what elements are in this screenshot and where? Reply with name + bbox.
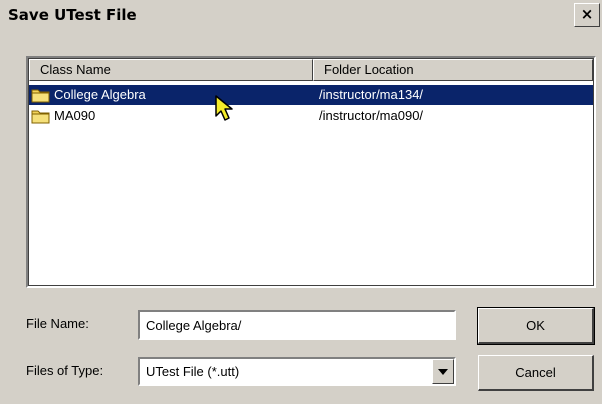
chevron-down-icon [438, 369, 448, 375]
close-button[interactable]: × [574, 3, 600, 27]
file-type-value: UTest File (*.utt) [146, 364, 240, 379]
save-dialog: Save UTest File × Class Name Folder Loca… [0, 0, 602, 404]
dialog-title: Save UTest File [8, 6, 137, 24]
list-item-location: /instructor/ma090/ [319, 108, 424, 123]
file-type-label: Files of Type: [26, 363, 104, 378]
column-header-folder-location[interactable]: Folder Location [313, 59, 593, 81]
mouse-cursor-icon [215, 95, 233, 121]
file-name-label: File Name: [26, 316, 89, 331]
list-header: Class Name Folder Location [29, 59, 593, 81]
folder-icon [31, 110, 50, 124]
column-header-class-name[interactable]: Class Name [29, 59, 313, 81]
list-item-location: /instructor/ma134/ [319, 87, 424, 102]
ok-button[interactable]: OK [477, 307, 595, 345]
file-type-select[interactable]: UTest File (*.utt) [138, 357, 456, 386]
folder-icon [31, 89, 50, 103]
title-bar[interactable]: Save UTest File × [0, 0, 602, 32]
cancel-button[interactable]: Cancel [478, 355, 594, 391]
file-type-dropdown-button[interactable] [432, 359, 454, 384]
list-item-name: MA090 [54, 108, 96, 123]
list-item[interactable]: College Algebra /instructor/ma134/ [29, 85, 593, 105]
class-list[interactable]: Class Name Folder Location College Algeb… [26, 56, 596, 288]
close-icon: × [580, 5, 594, 23]
list-item-name: College Algebra [54, 87, 146, 102]
list-item[interactable]: MA090 /instructor/ma090/ [29, 106, 593, 126]
file-name-input[interactable] [138, 310, 456, 340]
